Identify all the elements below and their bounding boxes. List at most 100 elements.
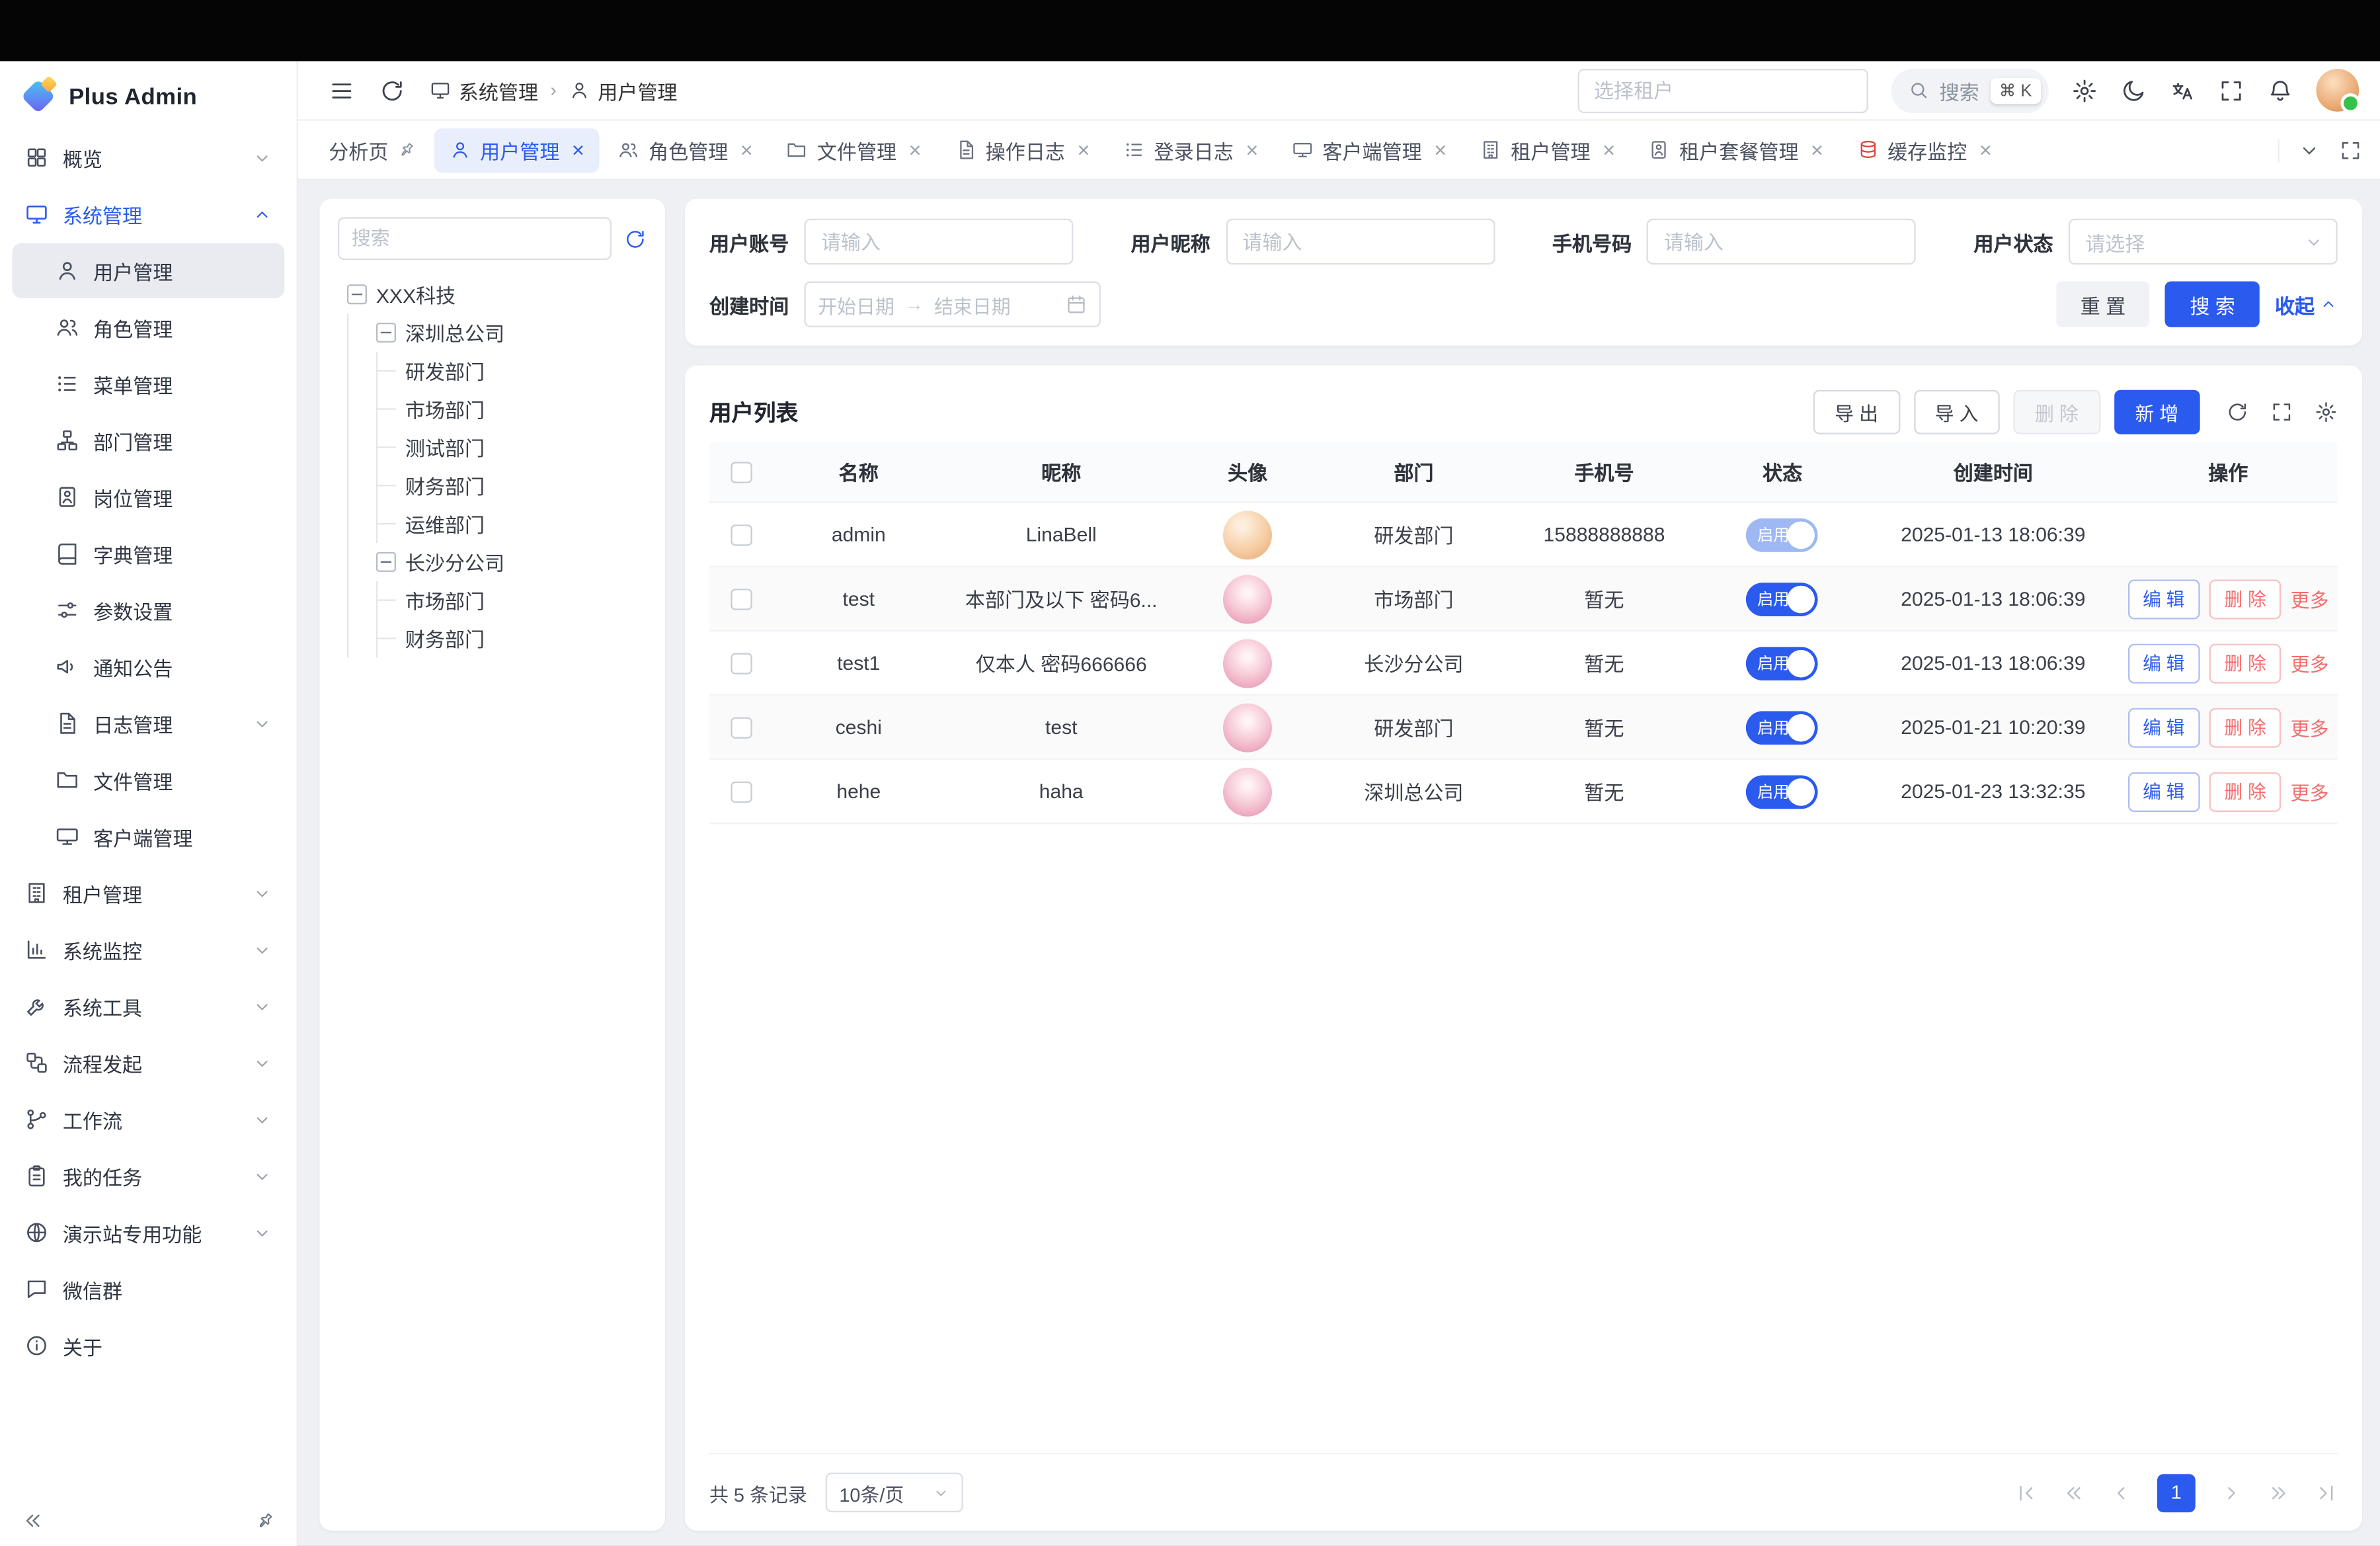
collapse-filters-link[interactable]: 收起 bbox=[2275, 290, 2338, 319]
sidebar-item[interactable]: 关于 bbox=[13, 1318, 285, 1373]
edit-button[interactable]: 编 辑 bbox=[2127, 708, 2200, 747]
tenant-select-input[interactable] bbox=[1577, 68, 1868, 112]
tab[interactable]: 文件管理 × bbox=[771, 128, 936, 172]
row-checkbox[interactable] bbox=[731, 652, 752, 673]
breadcrumb-item-user[interactable]: 用户管理 bbox=[569, 75, 677, 104]
more-link[interactable]: 更多 bbox=[2291, 584, 2329, 613]
tab-close-icon[interactable]: × bbox=[1434, 139, 1447, 160]
sidebar-item[interactable]: 演示站专用功能 bbox=[13, 1205, 285, 1260]
sidebar-item[interactable]: 系统管理 bbox=[13, 186, 285, 241]
tab[interactable]: 客户端管理 × bbox=[1277, 128, 1462, 172]
tab[interactable]: 登录日志 × bbox=[1108, 128, 1273, 172]
sidebar-item[interactable]: 我的任务 bbox=[13, 1149, 285, 1203]
tab-close-icon[interactable]: × bbox=[1077, 139, 1090, 160]
edit-button[interactable]: 编 辑 bbox=[2127, 579, 2200, 618]
last-page-icon[interactable] bbox=[2315, 1481, 2338, 1504]
table-fullscreen-icon[interactable] bbox=[2270, 400, 2293, 423]
row-avatar[interactable] bbox=[1223, 510, 1272, 559]
phone-number-input[interactable] bbox=[1647, 219, 1916, 264]
row-checkbox[interactable] bbox=[731, 716, 752, 737]
sidebar-item[interactable]: 概览 bbox=[13, 130, 285, 185]
tab[interactable]: 角色管理 × bbox=[603, 128, 768, 172]
sidebar-item[interactable]: 租户管理 bbox=[13, 866, 285, 920]
user-nickname-input[interactable] bbox=[1226, 219, 1495, 264]
fullscreen-icon[interactable] bbox=[2218, 77, 2244, 103]
user-account-input[interactable] bbox=[804, 219, 1073, 264]
sidebar-item[interactable]: 日志管理 bbox=[13, 696, 285, 751]
edit-button[interactable]: 编 辑 bbox=[2127, 772, 2200, 811]
search-button[interactable]: 搜 索 bbox=[2165, 282, 2260, 327]
tree-collapse-icon[interactable] bbox=[376, 552, 396, 572]
user-status-select[interactable]: 请选择 bbox=[2069, 219, 2338, 264]
refresh-page-icon[interactable] bbox=[379, 77, 405, 103]
row-avatar[interactable] bbox=[1223, 574, 1272, 623]
row-checkbox[interactable] bbox=[731, 588, 752, 609]
user-avatar[interactable] bbox=[2316, 69, 2359, 112]
sidebar-item[interactable]: 用户管理 bbox=[13, 243, 285, 298]
tab[interactable]: 租户套餐管理 × bbox=[1634, 128, 1839, 172]
notification-bell-icon[interactable] bbox=[2267, 77, 2293, 103]
hamburger-menu-icon[interactable] bbox=[329, 77, 354, 103]
breadcrumb-item-system[interactable]: 系统管理 bbox=[430, 75, 538, 104]
row-avatar[interactable] bbox=[1223, 638, 1272, 687]
row-delete-button[interactable]: 删 除 bbox=[2209, 643, 2281, 682]
tab[interactable]: 用户管理 × bbox=[434, 128, 600, 172]
tree-node[interactable]: 运维部门 bbox=[338, 505, 647, 543]
fast-backward-icon[interactable] bbox=[2063, 1481, 2086, 1504]
status-toggle[interactable]: 启用 bbox=[1747, 774, 1819, 808]
tab[interactable]: 操作日志 × bbox=[939, 128, 1105, 172]
export-button[interactable]: 导 出 bbox=[1813, 389, 1900, 434]
reset-button[interactable]: 重 置 bbox=[2056, 282, 2151, 327]
table-settings-gear-icon[interactable] bbox=[2315, 400, 2338, 423]
translate-icon[interactable] bbox=[2169, 77, 2195, 103]
prev-page-icon[interactable] bbox=[2110, 1481, 2133, 1504]
row-avatar[interactable] bbox=[1223, 703, 1272, 752]
status-toggle[interactable]: 启用 bbox=[1747, 646, 1819, 680]
row-checkbox[interactable] bbox=[731, 781, 752, 802]
tree-search-input[interactable] bbox=[338, 217, 612, 260]
row-delete-button[interactable]: 删 除 bbox=[2209, 708, 2281, 747]
sidebar-item[interactable]: 菜单管理 bbox=[13, 356, 285, 411]
sidebar-item[interactable]: 字典管理 bbox=[13, 526, 285, 581]
tab-close-icon[interactable]: × bbox=[909, 139, 922, 160]
sidebar-item[interactable]: 客户端管理 bbox=[13, 809, 285, 864]
date-range-picker[interactable]: 开始日期 → 结束日期 bbox=[804, 282, 1101, 327]
row-delete-button[interactable]: 删 除 bbox=[2209, 579, 2281, 618]
tab[interactable]: 租户管理 × bbox=[1465, 128, 1630, 172]
status-toggle[interactable]: 启用 bbox=[1747, 518, 1819, 551]
sidebar-item[interactable]: 流程发起 bbox=[13, 1036, 285, 1090]
global-search[interactable]: 搜索 ⌘ K bbox=[1891, 68, 2049, 112]
sidebar-item[interactable]: 系统工具 bbox=[13, 979, 285, 1034]
page-size-select[interactable]: 10条/页 bbox=[826, 1473, 963, 1512]
sidebar-item[interactable]: 工作流 bbox=[13, 1092, 285, 1147]
status-toggle[interactable]: 启用 bbox=[1747, 582, 1819, 616]
sidebar-item[interactable]: 文件管理 bbox=[13, 753, 285, 807]
tree-refresh-icon[interactable] bbox=[624, 227, 647, 250]
tree-node[interactable]: 市场部门 bbox=[338, 390, 647, 428]
sidebar-item[interactable]: 微信群 bbox=[13, 1262, 285, 1317]
tree-node[interactable]: 财务部门 bbox=[338, 466, 647, 505]
more-link[interactable]: 更多 bbox=[2291, 649, 2329, 678]
tree-node[interactable]: 长沙分公司 bbox=[338, 543, 647, 581]
tabs-dropdown-chevron-icon[interactable] bbox=[2298, 138, 2321, 161]
tree-node[interactable]: 深圳总公司 bbox=[338, 313, 647, 352]
sidebar-item[interactable]: 角色管理 bbox=[13, 300, 285, 354]
sidebar-item[interactable]: 岗位管理 bbox=[13, 469, 285, 524]
tab[interactable]: 分析页 × bbox=[313, 128, 431, 172]
select-all-checkbox[interactable] bbox=[731, 461, 752, 482]
fast-forward-icon[interactable] bbox=[2267, 1481, 2290, 1504]
next-page-icon[interactable] bbox=[2220, 1481, 2243, 1504]
tab-close-icon[interactable]: × bbox=[1979, 139, 1992, 160]
tab-close-icon[interactable]: × bbox=[1811, 139, 1823, 160]
collapse-sidebar-icon[interactable] bbox=[21, 1508, 44, 1531]
tree-node[interactable]: 市场部门 bbox=[338, 581, 647, 620]
current-page-button[interactable]: 1 bbox=[2157, 1473, 2196, 1512]
tab-close-icon[interactable]: × bbox=[1603, 139, 1615, 160]
sidebar-item[interactable]: 参数设置 bbox=[13, 583, 285, 637]
more-link[interactable]: 更多 bbox=[2291, 713, 2329, 742]
gear-icon[interactable] bbox=[2071, 77, 2097, 103]
tree-node[interactable]: 测试部门 bbox=[338, 428, 647, 467]
edit-button[interactable]: 编 辑 bbox=[2127, 643, 2200, 682]
sidebar-item[interactable]: 系统监控 bbox=[13, 922, 285, 977]
table-refresh-icon[interactable] bbox=[2226, 400, 2249, 423]
